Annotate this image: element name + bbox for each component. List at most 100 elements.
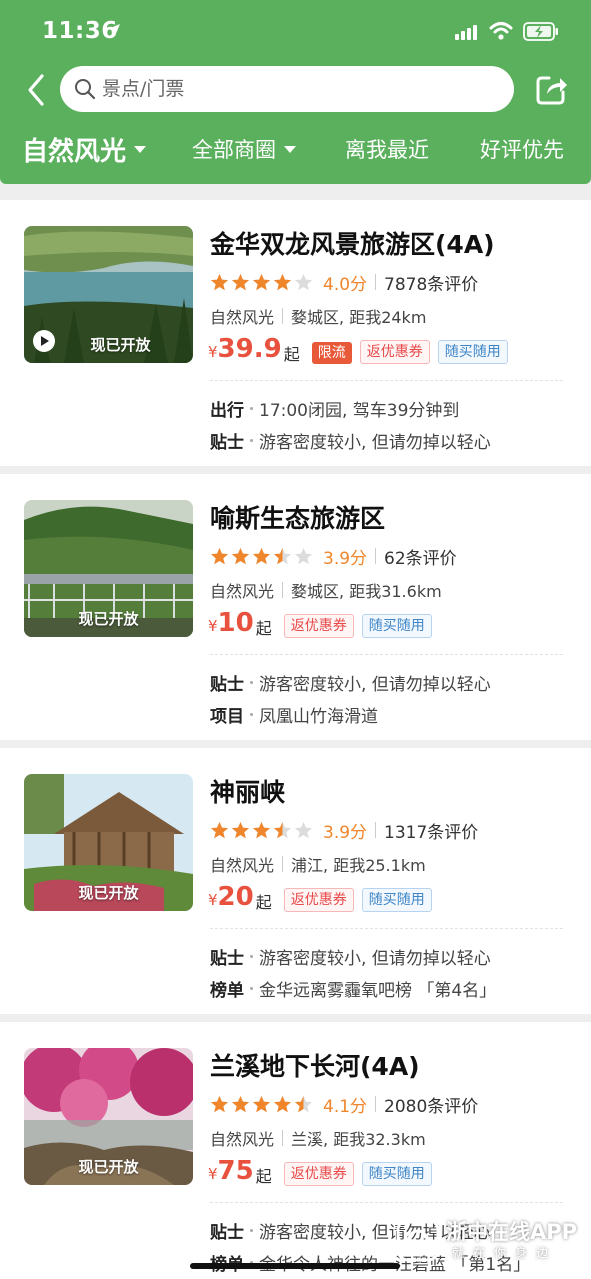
caret-down-icon — [134, 146, 147, 153]
divider — [210, 1202, 563, 1203]
rating-score: 4.0分 — [323, 274, 368, 295]
info-line: 贴士 游客密度较小, 但请勿掉以轻心 — [210, 944, 491, 969]
price-row: ¥10 起 返优惠券 随买随用 — [208, 608, 440, 641]
star-full-icon — [210, 821, 229, 838]
star-empty-icon — [294, 821, 313, 838]
bullet — [250, 987, 253, 990]
attraction-title[interactable]: 兰溪地下长河(4A) — [210, 1047, 420, 1083]
price-value: 75 — [217, 1156, 254, 1186]
open-status-label: 现已开放 — [78, 610, 139, 628]
price-value: 20 — [217, 882, 254, 912]
info-key: 榜单 — [210, 981, 244, 1001]
tag-coupon: 返优惠券 — [283, 1162, 354, 1186]
attraction-thumbnail[interactable]: 现已开放 — [24, 500, 193, 637]
currency-symbol: ¥ — [208, 343, 218, 361]
attraction-title[interactable]: 金华双龙风景旅游区(4A) — [210, 225, 495, 261]
star-half-icon — [294, 1095, 313, 1112]
info-line: 贴士 游客密度较小, 但请勿掉以轻心 — [210, 670, 491, 695]
bullet — [250, 681, 253, 684]
rating-score: 3.9分 — [323, 822, 368, 843]
home-indicator — [190, 1263, 400, 1269]
star-full-icon — [252, 821, 271, 838]
location-arrow-icon — [108, 24, 120, 36]
rating-row: 4.1分 2080条评价 — [210, 1092, 479, 1117]
price-value: 39.9 — [217, 334, 282, 364]
attraction-title[interactable]: 神丽峡 — [210, 773, 285, 809]
star-rating — [210, 547, 315, 566]
star-half-icon — [273, 821, 292, 838]
star-full-icon — [252, 547, 271, 564]
price-value: 10 — [217, 608, 254, 638]
divider — [210, 654, 563, 655]
star-rating — [210, 821, 315, 840]
separator — [282, 856, 284, 872]
rating-score: 3.9分 — [323, 548, 368, 569]
attraction-thumbnail[interactable]: 现已开放 — [24, 226, 193, 363]
location-label: 兰溪, 距我32.3km — [291, 1130, 426, 1149]
watermark-title: 浙中在线APP — [446, 1220, 578, 1244]
filter-area[interactable]: 全部商圈 — [192, 134, 296, 164]
filter-bar: 自然风光 全部商圈 离我最近 好评优先 — [0, 126, 591, 176]
category-row: 自然风光 兰溪, 距我32.3km — [210, 1126, 426, 1150]
tag-flexible: 随买随用 — [361, 614, 432, 638]
bullet — [250, 955, 253, 958]
rating-row: 3.9分 1317条评价 — [210, 818, 479, 843]
location-label: 婺城区, 距我31.6km — [291, 582, 442, 601]
tag-coupon: 返优惠券 — [283, 888, 354, 912]
separator — [375, 274, 377, 290]
back-button[interactable] — [22, 70, 52, 110]
bullet — [250, 1229, 253, 1232]
separator — [375, 1096, 377, 1112]
location-label: 浦江, 距我25.1km — [291, 856, 426, 875]
filter-category[interactable]: 自然风光 — [22, 131, 147, 168]
watermark: 浙中在线APP 就在你身边 — [392, 1214, 587, 1268]
signal-icon — [455, 25, 477, 40]
header: 11:36 景点/门票 自然风光 全部商圈 离我最近 好评优先 — [0, 0, 591, 184]
filter-area-label: 全部商圈 — [192, 138, 276, 162]
info-value: 17:00闭园, 驾车39分钟到 — [259, 401, 460, 421]
attraction-card[interactable]: 现已开放 金华双龙风景旅游区(4A) 4.0分 7878条评价 自然风光 婺城区… — [0, 200, 591, 466]
search-input[interactable] — [102, 66, 502, 112]
star-empty-icon — [294, 547, 313, 564]
share-icon[interactable] — [535, 72, 569, 106]
price-suffix: 起 — [255, 893, 272, 912]
category-row: 自然风光 浦江, 距我25.1km — [210, 852, 426, 876]
star-full-icon — [231, 1095, 250, 1112]
attraction-thumbnail[interactable]: 现已开放 — [24, 1048, 193, 1185]
separator — [282, 308, 284, 324]
attraction-thumbnail[interactable]: 现已开放 — [24, 774, 193, 911]
price: ¥20 — [208, 882, 254, 915]
star-rating — [210, 273, 315, 292]
price-row: ¥75 起 返优惠券 随买随用 — [208, 1156, 440, 1189]
star-full-icon — [273, 273, 292, 290]
star-full-icon — [210, 547, 229, 564]
review-count: 1317条评价 — [384, 822, 479, 843]
search-icon — [75, 79, 96, 100]
info-key: 贴士 — [210, 949, 244, 969]
price-row: ¥20 起 返优惠券 随买随用 — [208, 882, 440, 915]
star-half-icon — [273, 547, 292, 564]
search-box[interactable] — [60, 66, 514, 112]
info-value: 游客密度较小, 但请勿掉以轻心 — [259, 949, 491, 969]
filter-nearest-label: 离我最近 — [345, 138, 429, 162]
price: ¥75 — [208, 1156, 254, 1189]
filter-nearest[interactable]: 离我最近 — [345, 134, 429, 164]
star-full-icon — [273, 1095, 292, 1112]
info-value: 凤凰山竹海滑道 — [259, 707, 378, 727]
tag-limited: 限流 — [311, 342, 352, 364]
attraction-card[interactable]: 现已开放 喻斯生态旅游区 3.9分 62条评价 自然风光 婺城区, 距我31.6… — [0, 474, 591, 740]
info-key: 出行 — [210, 401, 244, 421]
attraction-title[interactable]: 喻斯生态旅游区 — [210, 499, 385, 535]
attraction-card[interactable]: 现已开放 神丽峡 3.9分 1317条评价 自然风光 浦江, 距我25.1km … — [0, 748, 591, 1014]
price-suffix: 起 — [255, 1167, 272, 1186]
open-status-label: 现已开放 — [90, 336, 151, 354]
status-bar: 11:36 — [0, 0, 591, 62]
info-value: 游客密度较小, 但请勿掉以轻心 — [259, 675, 491, 695]
filter-top-rated[interactable]: 好评优先 — [480, 134, 564, 164]
star-rating — [210, 1095, 315, 1114]
rating-row: 3.9分 62条评价 — [210, 544, 457, 569]
currency-symbol: ¥ — [208, 891, 218, 909]
separator — [282, 1130, 284, 1146]
review-count: 2080条评价 — [384, 1096, 479, 1117]
category-label: 自然风光 — [210, 308, 275, 327]
